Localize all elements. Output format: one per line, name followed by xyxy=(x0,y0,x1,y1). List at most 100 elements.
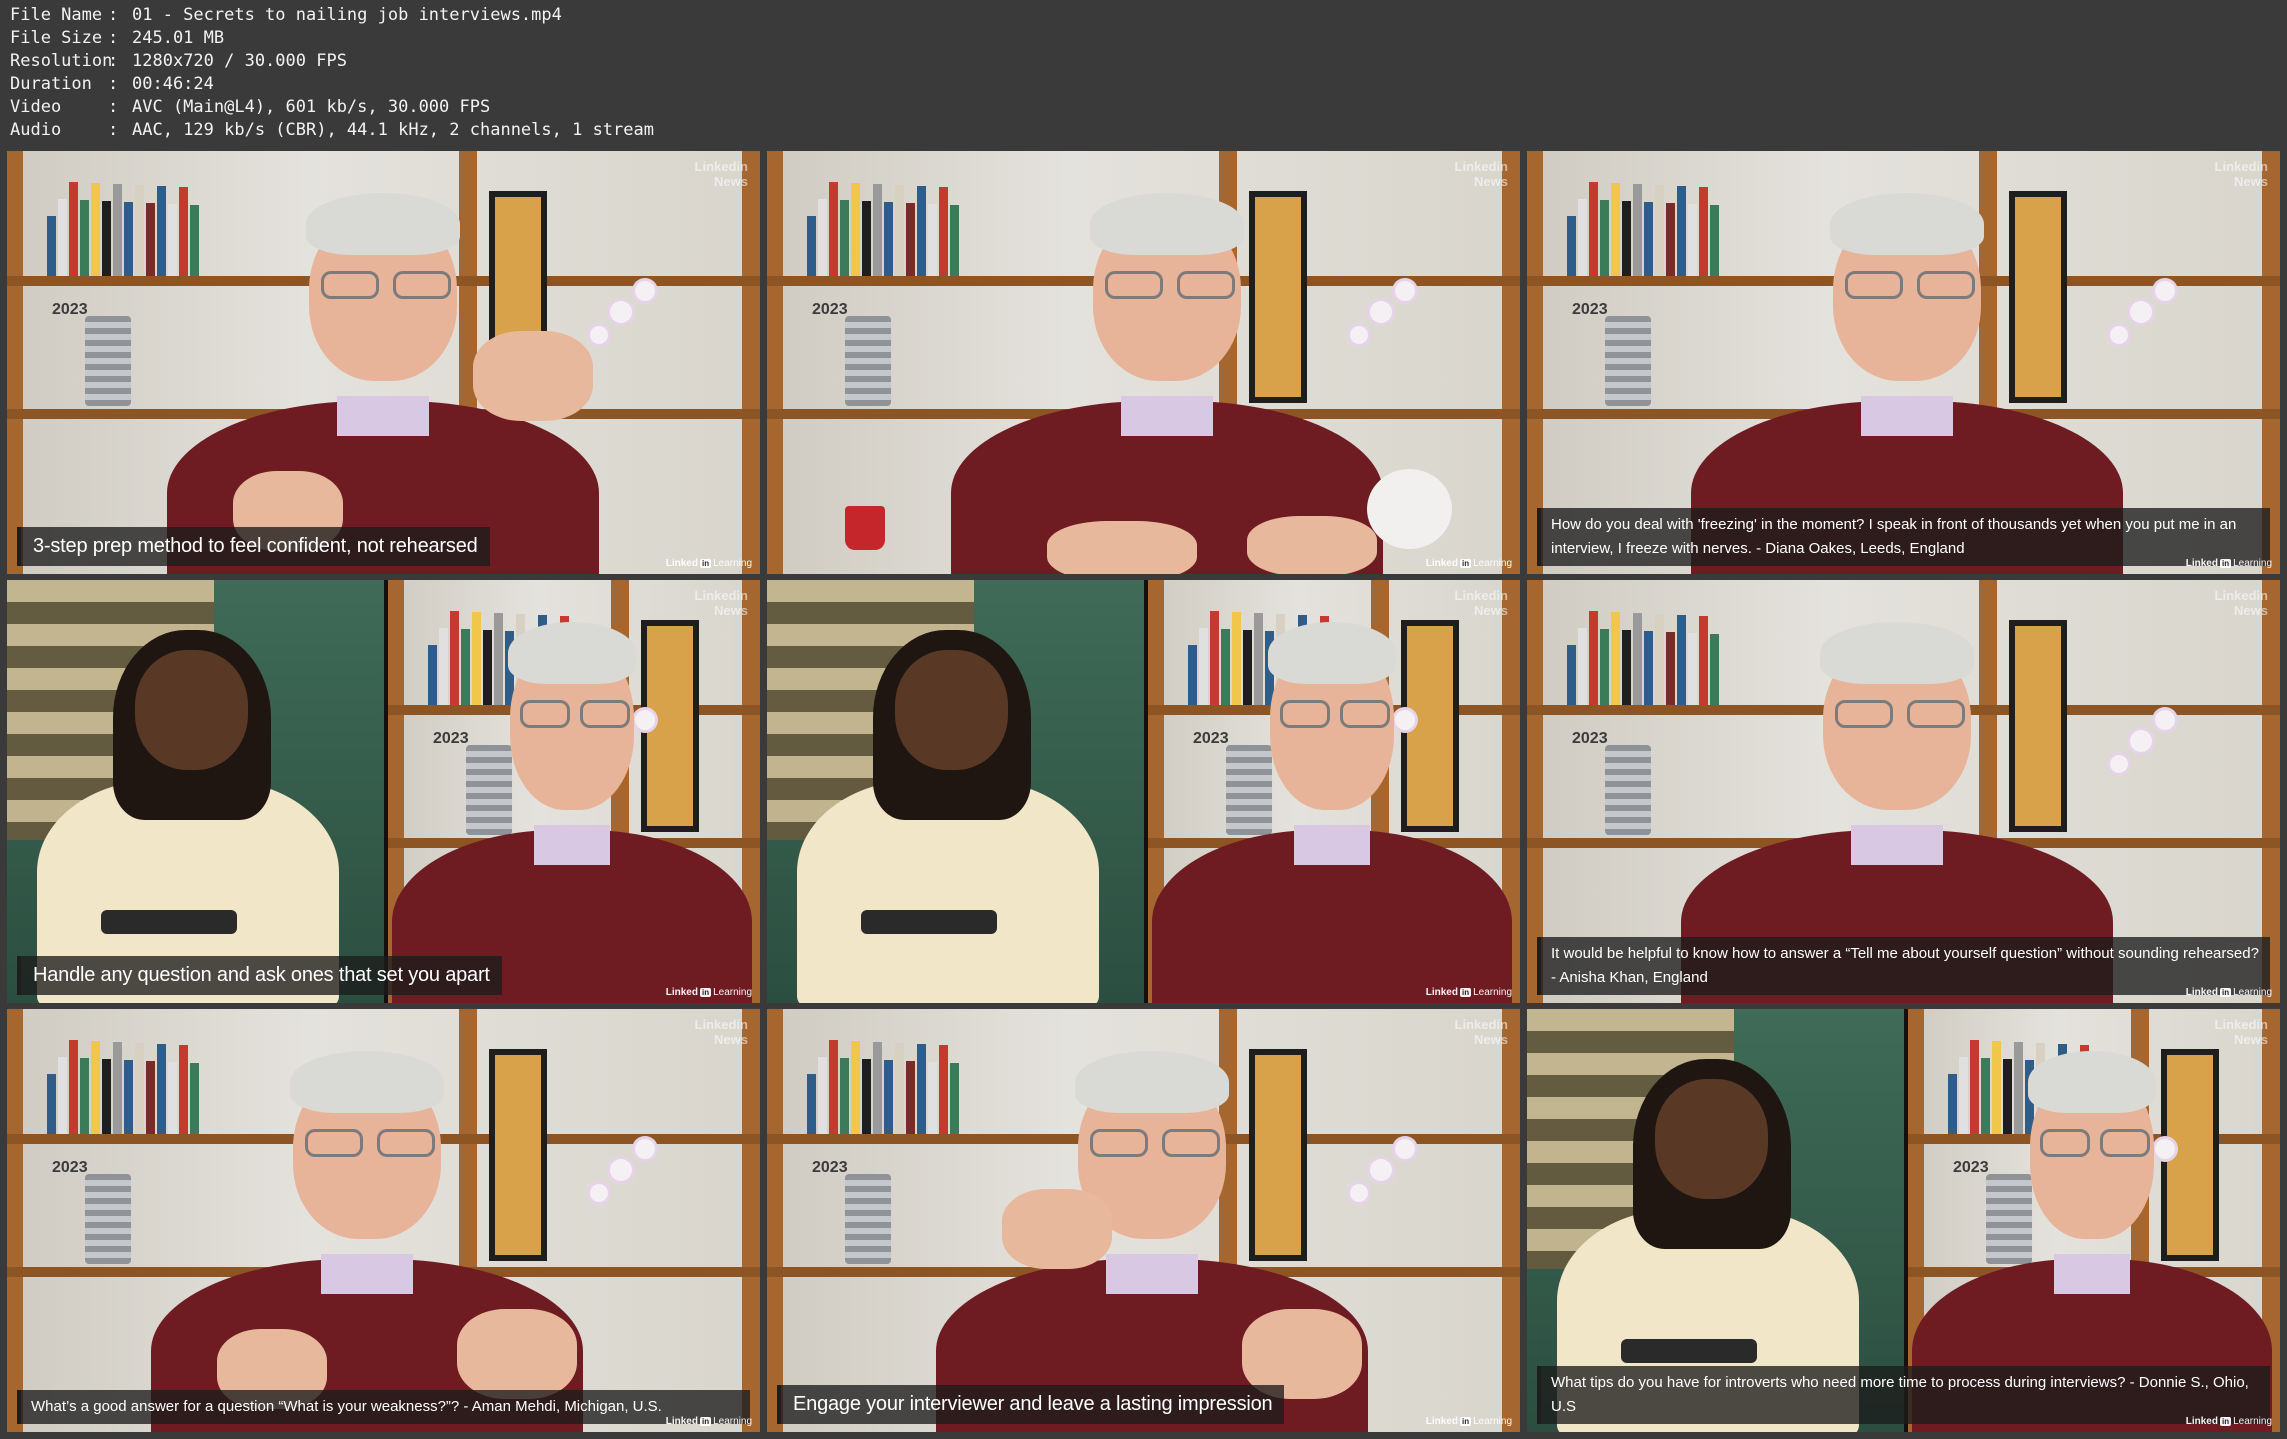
presenter-hair xyxy=(306,193,460,255)
watermark-news: News xyxy=(1474,1032,1508,1047)
logo-linked: Linked xyxy=(665,987,698,998)
info-value: 1280x720 / 30.000 FPS xyxy=(132,51,347,71)
presenter-hair xyxy=(1090,193,1244,255)
info-key: File Size xyxy=(10,28,103,48)
linkedin-learning-logo: Linked in Learning xyxy=(1426,1416,1512,1427)
linkedin-learning-logo: Linked in Learning xyxy=(2186,987,2272,998)
logo-learning: Learning xyxy=(1473,987,1512,998)
logo-in-badge: in xyxy=(2219,988,2232,997)
split-divider xyxy=(1144,580,1148,1003)
linkedin-news-watermark: Linkedin News xyxy=(695,1017,748,1047)
info-sep: : xyxy=(108,120,119,140)
video-thumbnail[interactable]: 2023 Linkedin News Engage your interviewer … xyxy=(767,1009,1520,1432)
caption: How do you deal with 'freezing' in the m… xyxy=(1537,508,2270,566)
watermark-linked: Linkedin xyxy=(694,1017,748,1032)
presenter-glasses xyxy=(2100,1129,2150,1157)
logo-learning: Learning xyxy=(713,558,752,569)
linkedin-news-watermark: Linkedin News xyxy=(2215,588,2268,618)
logo-in-badge: in xyxy=(699,988,712,997)
linkedin-learning-logo: Linked in Learning xyxy=(1426,558,1512,569)
linkedin-news-watermark: Linkedin News xyxy=(1455,159,1508,189)
shirt-collar xyxy=(1851,825,1943,865)
logo-in-badge: in xyxy=(1459,988,1472,997)
logo-learning: Learning xyxy=(2233,558,2272,569)
linkedin-news-watermark: Linkedin News xyxy=(2215,159,2268,189)
logo-linked: Linked xyxy=(1425,987,1458,998)
watermark-linked: Linkedin xyxy=(1454,1017,1508,1032)
video-frame: 2023 xyxy=(767,151,1520,574)
logo-in-badge: in xyxy=(699,559,712,568)
logo-learning: Learning xyxy=(2233,987,2272,998)
presenter-glasses xyxy=(320,271,380,299)
logo-in-badge: in xyxy=(2219,1417,2232,1426)
logo-in-badge: in xyxy=(1459,559,1472,568)
gesturing-hand xyxy=(1247,516,1377,574)
video-frame: 2023 xyxy=(767,1009,1520,1432)
linkedin-news-watermark: Linkedin News xyxy=(695,159,748,189)
presenter-hair xyxy=(1268,622,1396,684)
caption: What tips do you have for introverts who… xyxy=(1537,1366,2270,1424)
watermark-linked: Linkedin xyxy=(1454,159,1508,174)
logo-linked: Linked xyxy=(665,1416,698,1427)
info-key: Video xyxy=(10,97,62,117)
linkedin-news-watermark: Linkedin News xyxy=(695,588,748,618)
video-thumbnail[interactable]: 2023 Linkedin News It would be helpful to k… xyxy=(1527,580,2280,1003)
logo-in-badge: in xyxy=(699,1417,712,1426)
linkedin-learning-logo: Linked in Learning xyxy=(2186,1416,2272,1427)
watermark-news: News xyxy=(1474,603,1508,618)
video-thumbnail[interactable]: 2023 Linkedin News Handle any question and … xyxy=(7,580,760,1003)
file-info-row: Duration:00:46:24 xyxy=(10,73,654,96)
shirt-collar xyxy=(321,1254,413,1294)
linkedin-learning-logo: Linked in Learning xyxy=(1426,987,1512,998)
presenter-glasses xyxy=(2040,1129,2090,1157)
presenter-glasses xyxy=(1906,700,1966,728)
info-value: AAC, 129 kb/s (CBR), 44.1 kHz, 2 channel… xyxy=(132,120,654,140)
file-info-row: Resolution:1280x720 / 30.000 FPS xyxy=(10,50,654,73)
video-thumbnail[interactable]: 2023 Linkedin News 3-step prep method to fe… xyxy=(7,151,760,574)
info-sep: : xyxy=(108,97,119,117)
split-divider xyxy=(384,580,388,1003)
watermark-news: News xyxy=(1474,174,1508,189)
logo-linked: Linked xyxy=(665,558,698,569)
video-thumbnail[interactable]: 2023 Linkedin News What’s a good answer for… xyxy=(7,1009,760,1432)
watermark-linked: Linkedin xyxy=(2214,159,2268,174)
logo-linked: Linked xyxy=(2185,1416,2218,1427)
presenter-glasses xyxy=(1176,271,1236,299)
caption: Engage your interviewer and leave a last… xyxy=(777,1385,1285,1424)
logo-linked: Linked xyxy=(1425,558,1458,569)
presenter-hair xyxy=(2028,1051,2156,1113)
presenter-glasses xyxy=(376,1129,436,1157)
video-thumbnail[interactable]: 2023 Linkedin News Linked in Learning xyxy=(767,151,1520,574)
gesturing-hand xyxy=(457,1309,577,1399)
video-thumbnail[interactable]: 2023 Linkedin News How do you deal with 'fr… xyxy=(1527,151,2280,574)
presenter-hair xyxy=(1830,193,1984,255)
info-key: File Name xyxy=(10,5,103,25)
thumbnail-grid: 2023 Linkedin News 3-step prep method to fe… xyxy=(7,151,2280,1433)
info-key: Audio xyxy=(10,120,62,140)
logo-learning: Learning xyxy=(713,987,752,998)
watermark-news: News xyxy=(714,1032,748,1047)
video-frame: 2023 xyxy=(7,580,760,1003)
presenter-glasses xyxy=(520,700,570,728)
watermark-news: News xyxy=(714,174,748,189)
shirt-collar xyxy=(2054,1254,2130,1294)
presenter-glasses xyxy=(1340,700,1390,728)
caption: What’s a good answer for a question “Wha… xyxy=(17,1390,750,1424)
linkedin-learning-logo: Linked in Learning xyxy=(666,1416,752,1427)
info-key: Duration xyxy=(10,74,92,94)
file-info-row: Video: AVC (Main@L4), 601 kb/s, 30.000 FP… xyxy=(10,96,654,119)
presenter-glasses xyxy=(1916,271,1976,299)
gesturing-hand xyxy=(1047,521,1197,574)
presenter xyxy=(767,1009,1520,1432)
presenter xyxy=(7,1009,760,1432)
logo-learning: Learning xyxy=(713,1416,752,1427)
watermark-linked: Linkedin xyxy=(2214,588,2268,603)
gesturing-hand xyxy=(1002,1189,1112,1269)
file-info-panel: File Name:01 - Secrets to nailing job in… xyxy=(10,4,654,142)
watermark-news: News xyxy=(2234,1032,2268,1047)
watermark-news: News xyxy=(714,603,748,618)
video-thumbnail[interactable]: 2023 Linkedin News Linked in Learning xyxy=(767,580,1520,1003)
watermark-news: News xyxy=(2234,174,2268,189)
linkedin-news-watermark: Linkedin News xyxy=(1455,1017,1508,1047)
video-thumbnail[interactable]: 2023 Linkedin News What tips do you have fo… xyxy=(1527,1009,2280,1432)
